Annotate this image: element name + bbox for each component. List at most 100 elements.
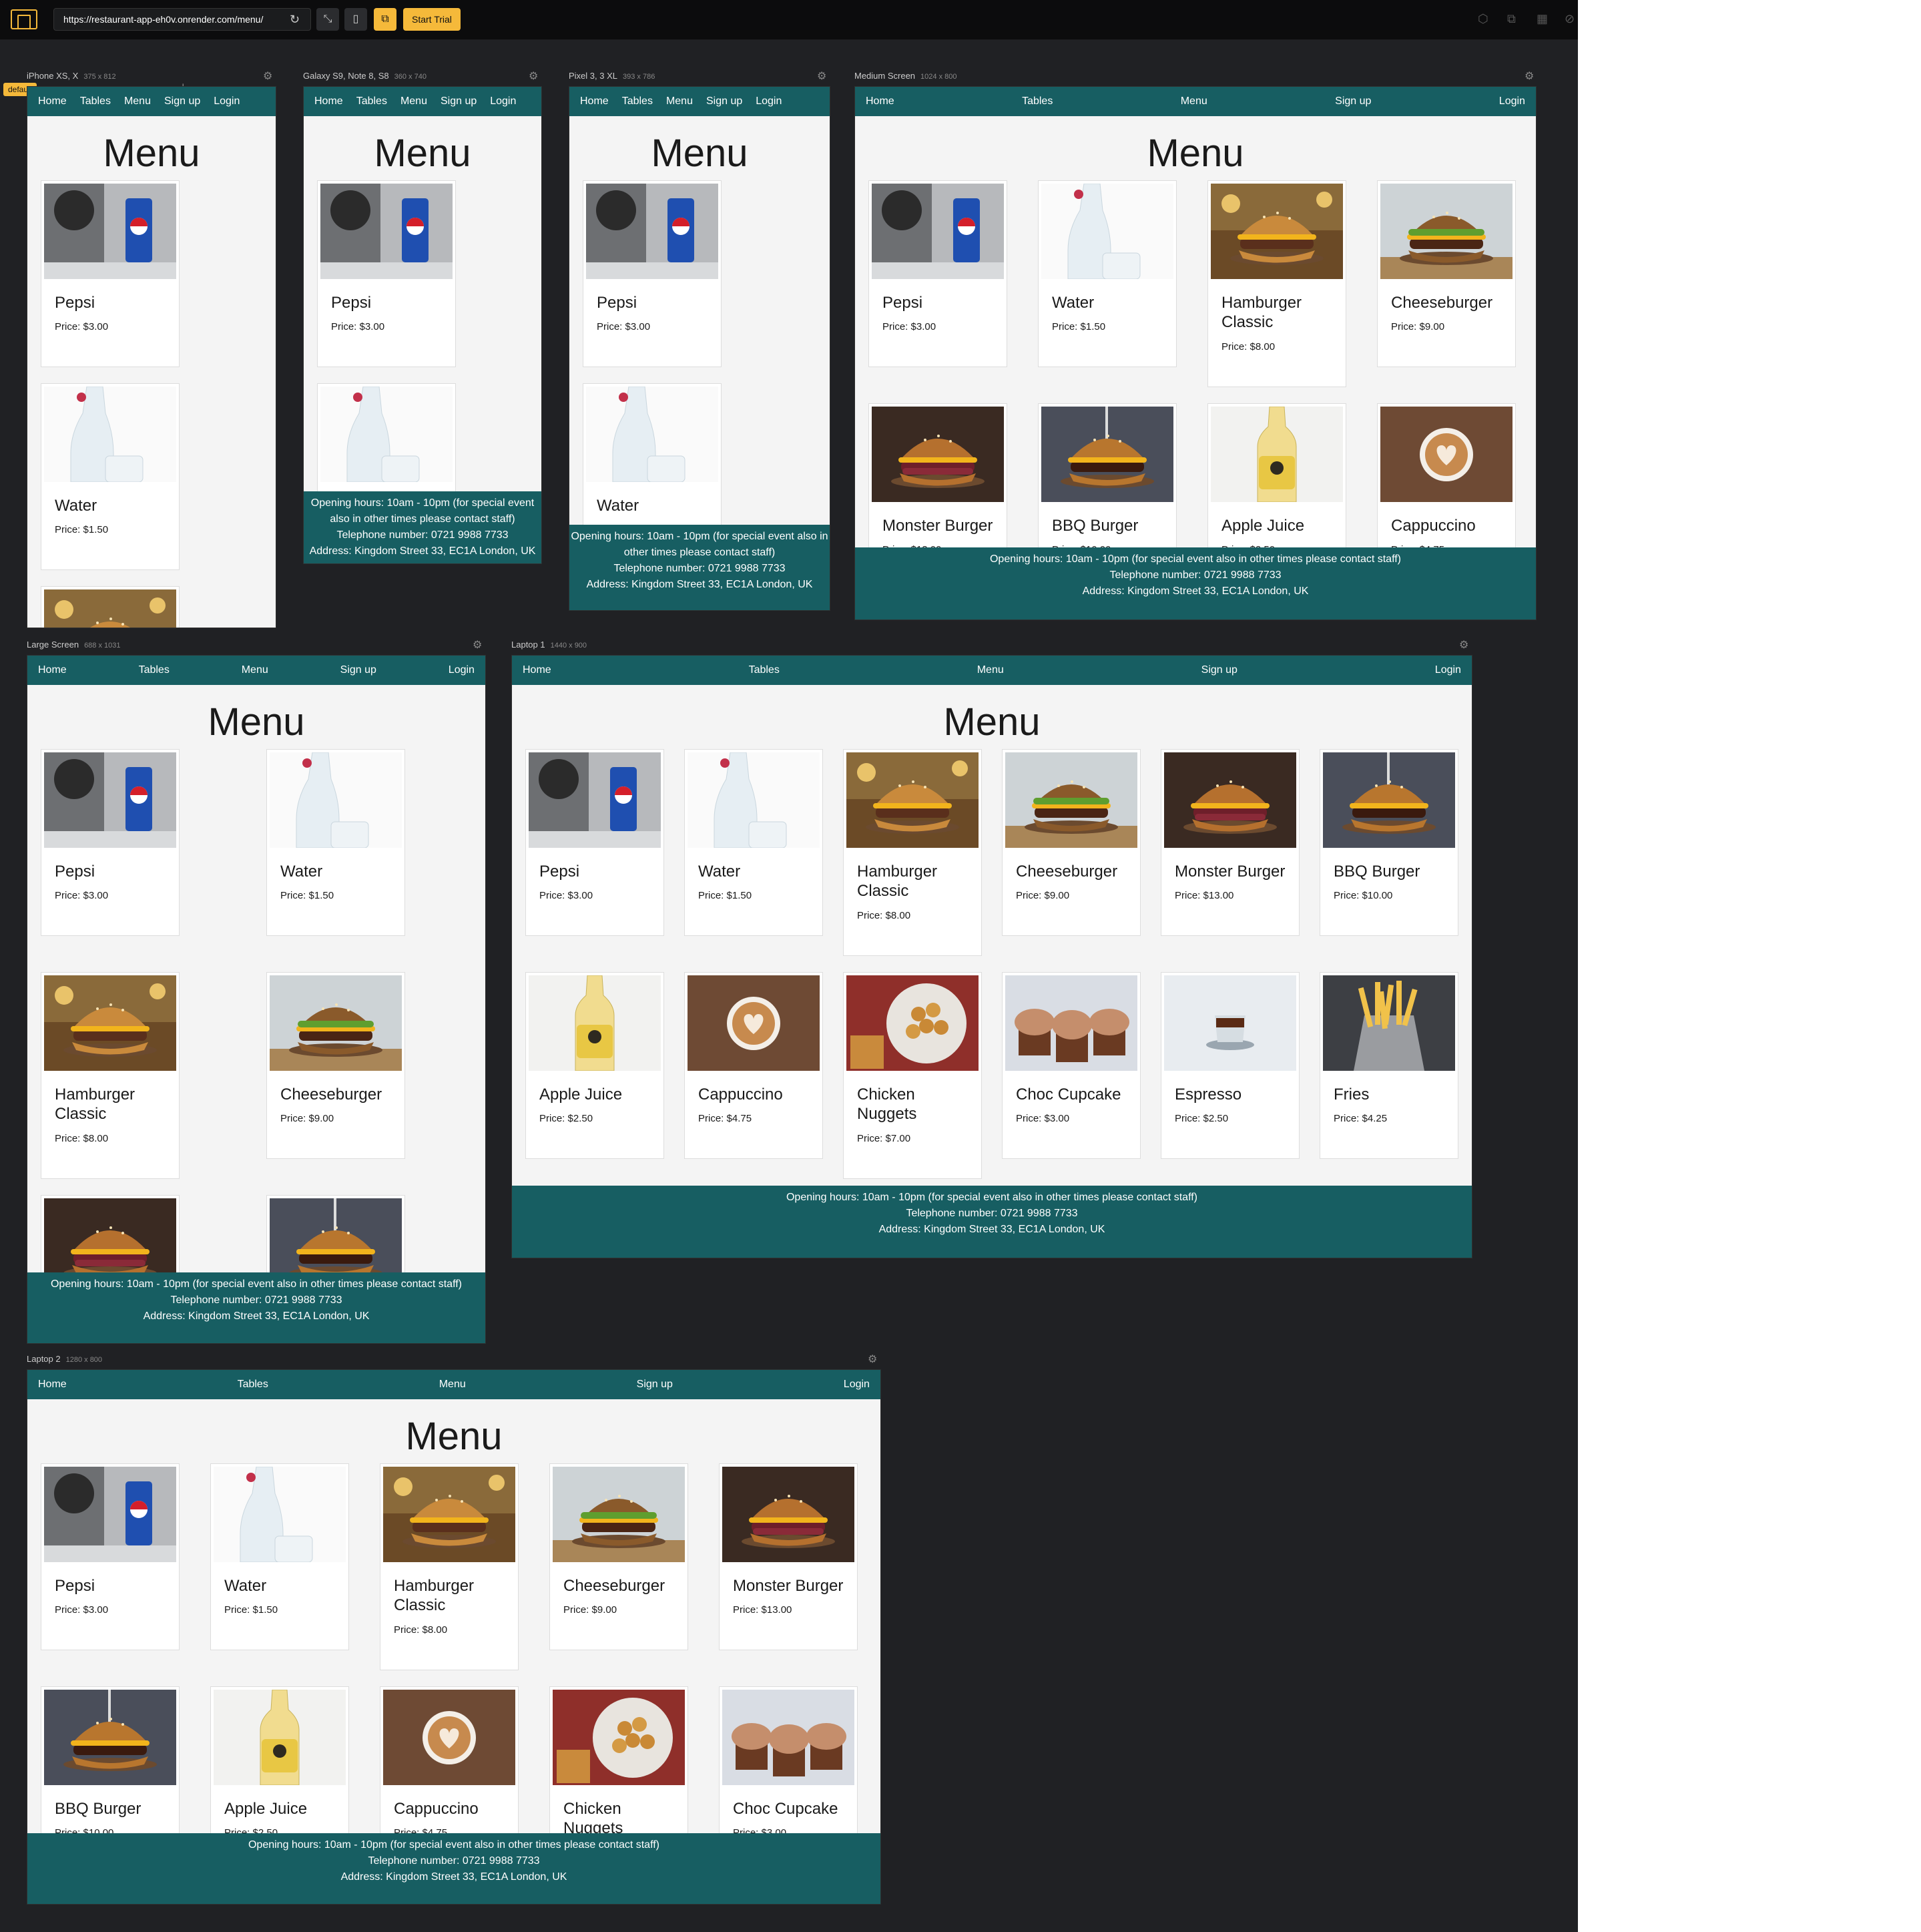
mobile-view-icon[interactable]: ▯: [344, 8, 367, 31]
nav-menu[interactable]: Menu: [435, 1379, 470, 1391]
nav-sign-up[interactable]: Sign up: [1331, 95, 1375, 107]
menu-card[interactable]: Pepsi Price: $3.00: [868, 180, 1007, 367]
menu-card[interactable]: Hamburger ClassicPrice: $8.00: [380, 1463, 519, 1670]
item-price: Price: $3.00: [1016, 1113, 1069, 1124]
menu-card[interactable]: Water Price: $1.50: [684, 749, 823, 936]
nav-tables[interactable]: Tables: [618, 95, 657, 107]
menu-card[interactable]: Apple Juice Price: $2.50: [525, 972, 664, 1159]
nav-tables[interactable]: Tables: [76, 95, 115, 107]
frame-settings-icon[interactable]: ⚙: [473, 638, 482, 652]
menu-card[interactable]: Water Price: $1.50: [41, 383, 180, 570]
nav-home[interactable]: Home: [34, 1379, 71, 1391]
item-price: Price: $2.50: [1175, 1113, 1228, 1124]
frame-settings-icon[interactable]: ⚙: [1525, 69, 1534, 83]
menu-card[interactable]: Cheeseburger Price: $9.00: [1377, 180, 1516, 367]
classic-burger-image: [44, 975, 176, 1071]
nav-home[interactable]: Home: [34, 664, 71, 676]
nav-tables[interactable]: Tables: [234, 1379, 272, 1391]
nav-menu[interactable]: Menu: [396, 95, 431, 107]
footer-address: Address: Kingdom Street 33, EC1A London,…: [1082, 585, 1309, 597]
nav-login[interactable]: Login: [1495, 95, 1529, 107]
menu-card[interactable]: BBQ Burger Price: $10.00: [1320, 749, 1458, 936]
nav-login[interactable]: Login: [486, 95, 520, 107]
nav-menu[interactable]: Menu: [120, 95, 155, 107]
menu-card[interactable]: Water Price: $1.50: [266, 749, 405, 936]
nav-login[interactable]: Login: [840, 1379, 874, 1391]
menu-card[interactable]: Cheeseburger Price: $9.00: [1002, 749, 1141, 936]
menu-card[interactable]: Hamburger ClassicPrice: $8.00: [843, 749, 982, 956]
price-value: $13.00: [1203, 890, 1234, 901]
menu-card[interactable]: Pepsi Price: $3.00: [41, 180, 180, 367]
device-frame: Home Tables Menu Sign up Login Menu Pepsi Pric…: [569, 86, 830, 611]
url-field[interactable]: https://restaurant-app-eh0v.onrender.com…: [53, 8, 311, 31]
menu-card[interactable]: Pepsi Price: $3.00: [41, 1463, 180, 1650]
nav-sign-up[interactable]: Sign up: [160, 95, 204, 107]
nav-sign-up[interactable]: Sign up: [1197, 664, 1242, 676]
nav-home[interactable]: Home: [310, 95, 347, 107]
nav-sign-up[interactable]: Sign up: [437, 95, 481, 107]
start-trial-button[interactable]: Start Trial: [403, 8, 461, 31]
menu-card[interactable]: Water Price: $1.50: [1038, 180, 1177, 367]
menu-card[interactable]: Pepsi Price: $3.00: [317, 180, 456, 367]
cube-icon[interactable]: ⬡: [1478, 12, 1488, 26]
menu-card[interactable]: Pepsi Price: $3.00: [583, 180, 722, 367]
menu-card[interactable]: Hamburger ClassicPrice: $8.00: [41, 586, 180, 628]
nav-tables[interactable]: Tables: [135, 664, 174, 676]
menu-card[interactable]: Hamburger ClassicPrice: $8.00: [41, 972, 180, 1179]
menu-card[interactable]: Chicken Nuggets Price: $7.00: [843, 972, 982, 1179]
menu-card[interactable]: Pepsi Price: $3.00: [525, 749, 664, 936]
hide-icon[interactable]: ⊘: [1565, 12, 1575, 26]
item-name: Water: [597, 497, 639, 515]
page-title: Menu: [103, 132, 200, 175]
menu-card[interactable]: Monster Burger Price: $13.00: [1161, 749, 1300, 936]
nav-tables[interactable]: Tables: [745, 664, 784, 676]
nav-login[interactable]: Login: [445, 664, 479, 676]
nav-sign-up[interactable]: Sign up: [633, 1379, 677, 1391]
frame-label: Pixel 3, 3 XL 393 x 786: [569, 71, 655, 81]
nav-home[interactable]: Home: [34, 95, 71, 107]
price-value: $2.50: [1203, 1113, 1229, 1124]
nav-sign-up[interactable]: Sign up: [702, 95, 746, 107]
frame-label: Laptop 2 1280 x 800: [27, 1354, 102, 1364]
water-bottle-image: [44, 387, 176, 482]
frame-settings-icon[interactable]: ⚙: [817, 69, 826, 83]
nav-menu[interactable]: Menu: [973, 664, 1008, 676]
frame-settings-icon[interactable]: ⚙: [263, 69, 272, 83]
bbq-burger-image: [1041, 407, 1173, 502]
menu-card[interactable]: Fries Price: $4.25: [1320, 972, 1458, 1159]
top-toolbar: https://restaurant-app-eh0v.onrender.com…: [0, 0, 1578, 40]
nav-tables[interactable]: Tables: [1018, 95, 1057, 107]
menu-card[interactable]: Espresso Price: $2.50: [1161, 972, 1300, 1159]
multi-device-icon[interactable]: ⧉: [374, 8, 396, 31]
nav-menu[interactable]: Menu: [1177, 95, 1211, 107]
fries-image: [1323, 975, 1455, 1071]
frame-settings-icon[interactable]: ⚙: [1459, 638, 1468, 652]
nav-home[interactable]: Home: [862, 95, 898, 107]
nav-home[interactable]: Home: [519, 664, 555, 676]
footer-address: Address: Kingdom Street 33, EC1A London,…: [143, 1310, 370, 1322]
menu-card[interactable]: Cappuccino Price: $4.75: [684, 972, 823, 1159]
menu-card[interactable]: Water Price: $1.50: [210, 1463, 349, 1650]
inspect-icon[interactable]: ⤡: [316, 8, 339, 31]
nav-menu[interactable]: Menu: [238, 664, 272, 676]
nav-tables[interactable]: Tables: [352, 95, 391, 107]
menu-card[interactable]: Cheeseburger Price: $9.00: [266, 972, 405, 1159]
menu-card[interactable]: Pepsi Price: $3.00: [41, 749, 180, 936]
nav-login[interactable]: Login: [1431, 664, 1465, 676]
nav-login[interactable]: Login: [752, 95, 786, 107]
menu-card[interactable]: Choc Cupcake Price: $3.00: [1002, 972, 1141, 1159]
price-prefix: Price:: [1016, 1113, 1045, 1124]
frame-settings-icon[interactable]: ⚙: [868, 1353, 877, 1366]
nav-home[interactable]: Home: [576, 95, 613, 107]
menu-card[interactable]: Hamburger ClassicPrice: $8.00: [1207, 180, 1346, 387]
nav-sign-up[interactable]: Sign up: [336, 664, 380, 676]
reload-icon[interactable]: ↻: [290, 9, 300, 29]
nav-menu[interactable]: Menu: [662, 95, 697, 107]
nav-login[interactable]: Login: [210, 95, 244, 107]
menu-card[interactable]: Monster Burger Price: $13.00: [719, 1463, 858, 1650]
frame-settings-icon[interactable]: ⚙: [529, 69, 538, 83]
pepsi-can-image: [872, 184, 1004, 279]
menu-card[interactable]: Cheeseburger Price: $9.00: [549, 1463, 688, 1650]
grid-icon[interactable]: ▦: [1537, 12, 1548, 26]
layers-icon[interactable]: ⧉: [1507, 12, 1516, 26]
